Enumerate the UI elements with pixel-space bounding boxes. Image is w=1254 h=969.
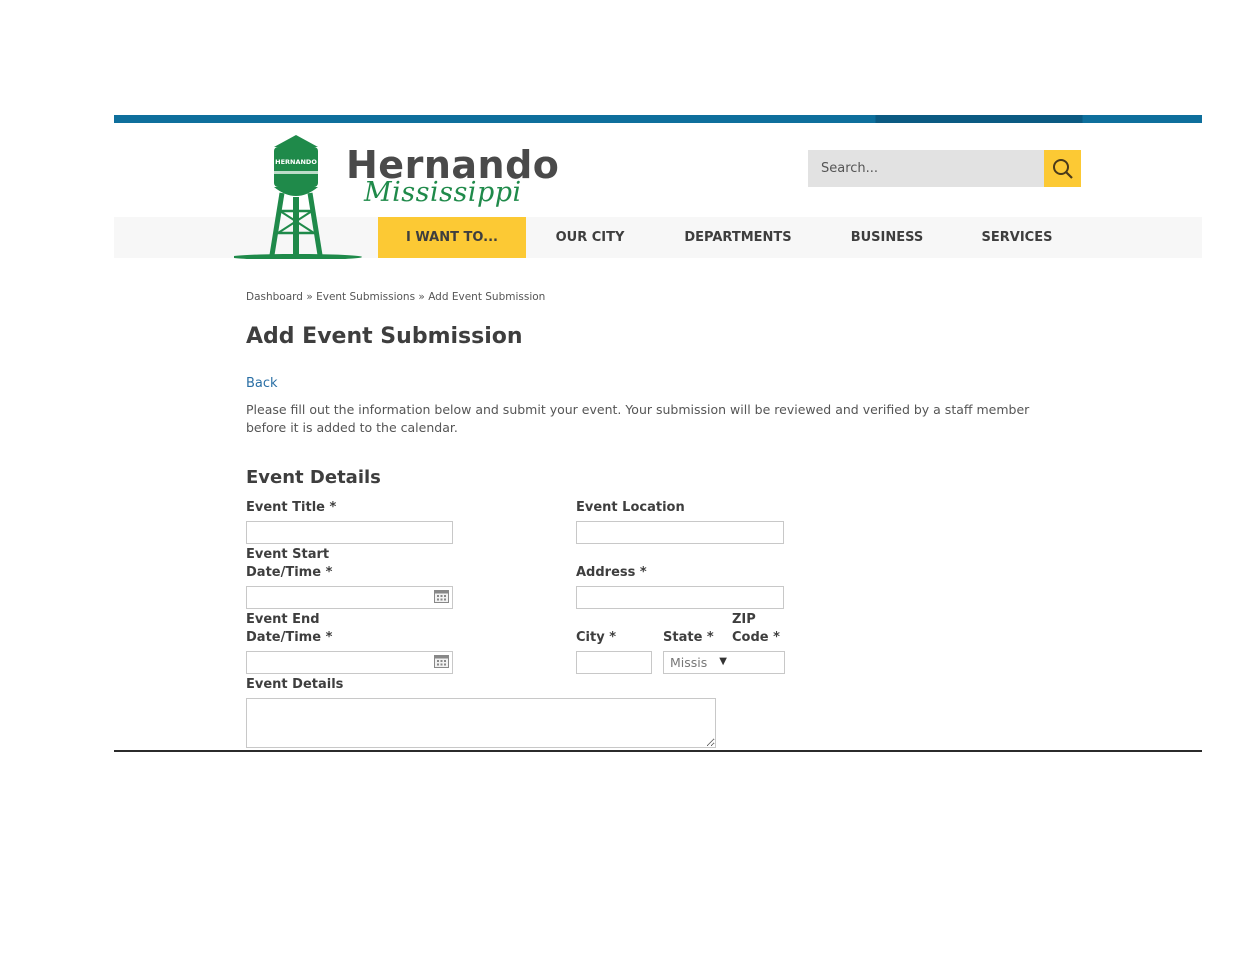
event-details-textarea[interactable] (246, 698, 716, 748)
required-marker: * (639, 565, 647, 580)
address-label: Address * (576, 565, 647, 580)
state-label: State * (663, 630, 714, 645)
event-title-input[interactable] (246, 521, 453, 544)
required-marker: * (329, 500, 337, 515)
main-nav: I WANT TO... OUR CITY DEPARTMENTS BUSINE… (378, 217, 1082, 258)
zip-label: ZIP Code * (732, 612, 780, 645)
search-input[interactable] (808, 150, 1044, 187)
state-select[interactable]: Missis ▼ (663, 651, 733, 674)
event-start-field (246, 586, 453, 609)
breadcrumb-dashboard[interactable]: Dashboard (246, 291, 303, 303)
page-title: Add Event Submission (246, 324, 523, 349)
required-marker: * (706, 630, 714, 645)
calendar-icon[interactable] (434, 590, 449, 603)
event-start-label: Event Start Date/Time * (246, 547, 333, 580)
required-marker: * (773, 630, 780, 645)
event-title-label: Event Title * (246, 500, 337, 515)
event-end-input[interactable] (246, 651, 453, 674)
intro-text: Please fill out the information below an… (246, 402, 1030, 435)
nav-our-city[interactable]: OUR CITY (526, 217, 654, 258)
dropdown-arrow-icon: ▼ (719, 656, 727, 667)
search-bar (808, 150, 1081, 187)
nav-business[interactable]: BUSINESS (822, 217, 952, 258)
nav-i-want-to[interactable]: I WANT TO... (378, 217, 526, 258)
breadcrumb-current: Add Event Submission (428, 291, 546, 303)
zip-input[interactable] (732, 651, 785, 674)
top-color-bar (114, 115, 1202, 123)
nav-services[interactable]: SERVICES (952, 217, 1082, 258)
event-location-input[interactable] (576, 521, 784, 544)
city-input[interactable] (576, 651, 652, 674)
search-button[interactable] (1044, 150, 1081, 187)
required-marker: * (609, 630, 617, 645)
bottom-divider (114, 750, 1202, 752)
back-link[interactable]: Back (246, 376, 278, 391)
event-end-label: Event End Date/Time * (246, 612, 333, 645)
event-details-label: Event Details (246, 677, 344, 692)
breadcrumb: Dashboard » Event Submissions » Add Even… (246, 291, 545, 303)
svg-text:HERNANDO: HERNANDO (275, 158, 317, 166)
required-marker: * (325, 630, 333, 645)
event-end-field (246, 651, 453, 674)
event-location-label: Event Location (576, 500, 685, 515)
event-start-input[interactable] (246, 586, 453, 609)
breadcrumb-separator: » (418, 291, 425, 303)
address-input[interactable] (576, 586, 784, 609)
nav-departments[interactable]: DEPARTMENTS (654, 217, 822, 258)
logo-script: Mississippi (364, 177, 522, 208)
required-marker: * (325, 565, 333, 580)
city-label: City * (576, 630, 617, 645)
section-title: Event Details (246, 467, 381, 488)
calendar-icon[interactable] (434, 655, 449, 668)
search-icon (1052, 158, 1073, 179)
breadcrumb-separator: » (306, 291, 313, 303)
breadcrumb-event-submissions[interactable]: Event Submissions (316, 291, 415, 303)
